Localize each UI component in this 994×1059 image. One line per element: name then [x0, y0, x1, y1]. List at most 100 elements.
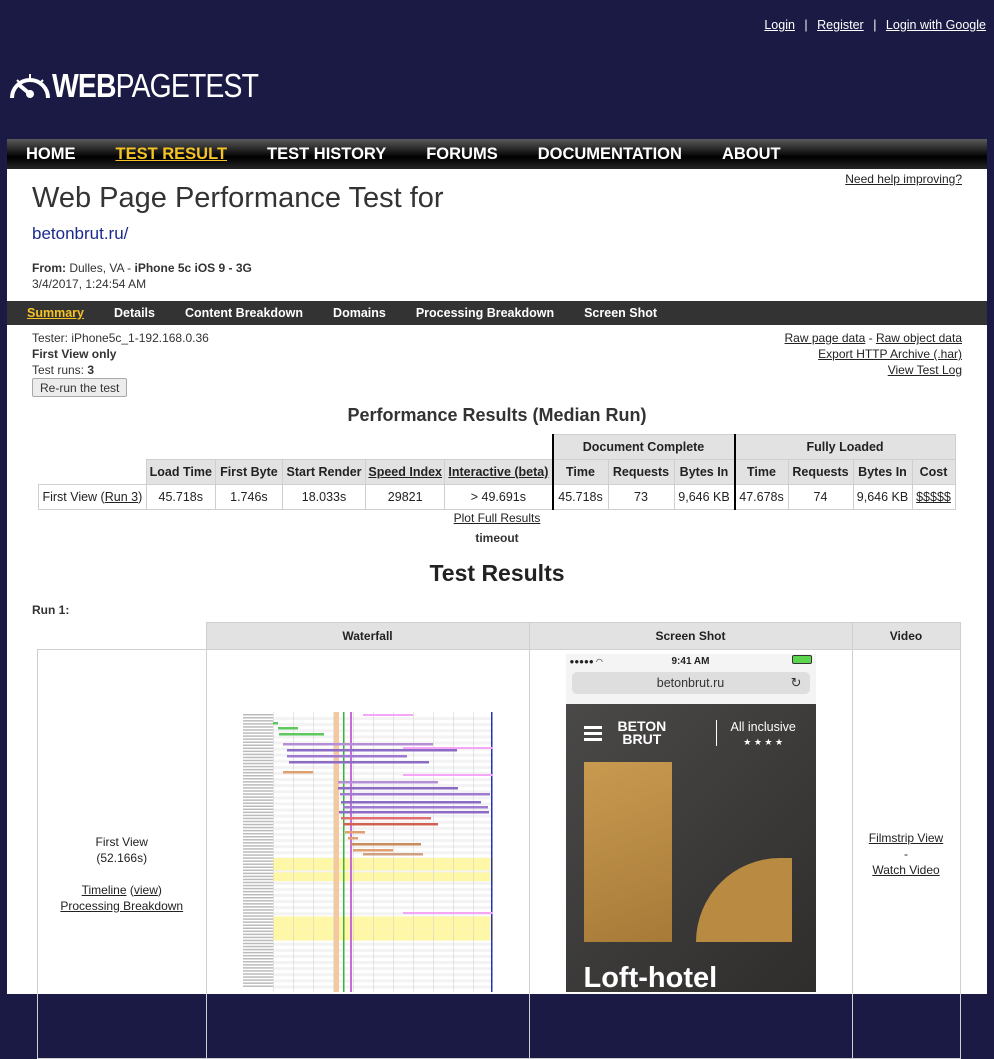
table-row: First View (Run 3) 45.718s 1.746s 18.033… — [38, 484, 956, 510]
tested-url-link[interactable]: betonbrut.ru/ — [32, 224, 128, 244]
timeout-label: timeout — [475, 531, 519, 545]
tab-details[interactable]: Details — [114, 306, 155, 320]
col-interactive[interactable]: Interactive (beta) — [444, 459, 553, 485]
row-label: First View (Run 3) — [38, 484, 147, 510]
plot-link-wrap: Plot Full Results — [7, 511, 987, 525]
login-google-link[interactable]: Login with Google — [886, 18, 986, 32]
cost-value[interactable]: $$$$$ — [911, 484, 956, 510]
webpagetest-logo[interactable]: WEBPAGETEST — [8, 66, 292, 106]
export-har-link[interactable]: Export HTTP Archive (.har) — [818, 347, 962, 361]
speed-index-value: 29821 — [365, 484, 446, 510]
first-byte-value: 1.746s — [214, 484, 283, 510]
tab-summary[interactable]: Summary — [27, 306, 84, 320]
first-view-time: (52.166s) — [96, 850, 148, 865]
run-table: Waterfall Screen Shot Video First View (… — [37, 622, 961, 1059]
col-start-render: Start Render — [281, 459, 367, 485]
separator: | — [873, 18, 877, 32]
main-content: Need help improving? Web Page Performanc… — [7, 169, 987, 1059]
speedometer-icon — [10, 74, 50, 99]
raw-page-data-link[interactable]: Raw page data — [785, 331, 866, 345]
test-results-title: Test Results — [429, 560, 565, 586]
timeline-view-link[interactable]: view — [134, 883, 158, 897]
start-render-value: 18.033s — [281, 484, 367, 510]
col-fl-requests: Requests — [787, 459, 854, 485]
help-improving-link[interactable]: Need help improving? — [845, 172, 962, 186]
tab-screen-shot[interactable]: Screen Shot — [584, 306, 657, 320]
filmstrip-view-link[interactable]: Filmstrip View — [869, 831, 943, 845]
first-view-cell: First View (52.166s) Timeline (view) Pro… — [37, 649, 207, 1059]
logo-text: WEBPAGETEST — [52, 67, 259, 104]
phone-status-bar: ●●●●● ◠ 9:41 AM — [565, 654, 816, 668]
phone-url-bar: betonbrut.ru ↻ — [565, 668, 816, 704]
nav-home[interactable]: HOME — [26, 145, 76, 164]
separator: | — [804, 18, 808, 32]
view-test-log-link[interactable]: View Test Log — [888, 363, 962, 377]
building-image-arc — [695, 858, 792, 942]
plot-full-results-link[interactable]: Plot Full Results — [454, 511, 541, 525]
login-link[interactable]: Login — [764, 18, 795, 32]
first-view-label: First View — [95, 834, 148, 849]
waterfall-graph — [242, 712, 493, 992]
col-cost: Cost — [911, 459, 956, 485]
waterfall-thumbnail[interactable] — [242, 712, 493, 992]
interactive-value: > 49.691s — [444, 484, 553, 510]
test-location: From: Dulles, VA - iPhone 5c iOS 9 - 3G … — [32, 261, 252, 291]
page-title: Web Page Performance Test for — [32, 182, 444, 214]
raw-object-data-link[interactable]: Raw object data — [876, 331, 962, 345]
raw-data-links: Raw page data - Raw object data Export H… — [784, 331, 962, 377]
run-3-link[interactable]: Run 3 — [105, 490, 138, 504]
video-cell: Filmstrip View - Watch Video — [851, 649, 961, 1059]
results-subnav: Summary Details Content Breakdown Domain… — [7, 301, 987, 325]
register-link[interactable]: Register — [817, 18, 864, 32]
nav-documentation[interactable]: DOCUMENTATION — [538, 145, 682, 164]
fl-time-value: 47.678s — [733, 484, 789, 510]
col-dc-time: Time — [551, 459, 609, 485]
col-fl-time: Time — [733, 459, 789, 485]
processing-breakdown-link[interactable]: Processing Breakdown — [60, 899, 183, 913]
site-logo: BETON BRUT — [617, 718, 667, 747]
doc-complete-header: Document Complete — [551, 434, 735, 460]
col-dc-requests: Requests — [607, 459, 675, 485]
dc-requests-value: 73 — [607, 484, 675, 510]
performance-results-table: Document Complete Fully Loaded Load Time… — [38, 434, 956, 510]
site-headline: Loft-hotel — [583, 962, 718, 992]
divider — [715, 720, 717, 746]
watch-video-link[interactable]: Watch Video — [872, 863, 939, 877]
fully-loaded-header: Fully Loaded — [733, 434, 956, 460]
col-first-byte: First Byte — [214, 459, 283, 485]
tagline: All inclusive ★ ★ ★ ★ — [730, 720, 796, 747]
video-header: Video — [851, 622, 961, 650]
fl-bytes-value: 9,646 KB — [852, 484, 913, 510]
battery-icon — [791, 655, 812, 667]
nav-test-result[interactable]: TEST RESULT — [116, 145, 228, 164]
test-date: 3/4/2017, 1:24:54 AM — [32, 277, 147, 291]
waterfall-cell — [205, 649, 530, 1059]
nav-test-history[interactable]: TEST HISTORY — [267, 145, 386, 164]
tab-domains[interactable]: Domains — [333, 306, 386, 320]
col-load-time: Load Time — [145, 459, 216, 485]
rerun-test-button[interactable]: Re-run the test — [32, 378, 128, 397]
performance-results-title: Performance Results (Median Run) — [347, 405, 647, 425]
main-nav: HOME TEST RESULT TEST HISTORY FORUMS DOC… — [7, 139, 987, 169]
col-fl-bytes: Bytes In — [852, 459, 913, 485]
signal-icon: ●●●●● ◠ — [569, 656, 603, 666]
nav-about[interactable]: ABOUT — [722, 145, 781, 164]
dc-bytes-value: 9,646 KB — [673, 484, 735, 510]
auth-links: Login | Register | Login with Google — [764, 18, 986, 32]
col-speed-index[interactable]: Speed Index — [365, 459, 446, 485]
tab-content-breakdown[interactable]: Content Breakdown — [185, 306, 303, 320]
building-image — [583, 762, 672, 942]
reload-icon: ↻ — [790, 675, 802, 690]
nav-forums[interactable]: FORUMS — [426, 145, 498, 164]
screenshot-thumbnail[interactable]: ●●●●● ◠ 9:41 AM betonbrut.ru ↻ BETON BRUT … — [565, 654, 816, 992]
load-time-value: 45.718s — [145, 484, 216, 510]
waterfall-header: Waterfall — [205, 622, 530, 650]
screenshot-cell: ●●●●● ◠ 9:41 AM betonbrut.ru ↻ BETON BRUT … — [528, 649, 853, 1059]
tab-processing-breakdown[interactable]: Processing Breakdown — [416, 306, 554, 320]
dc-time-value: 45.718s — [551, 484, 609, 510]
col-dc-bytes: Bytes In — [673, 459, 735, 485]
run-label: Run 1: — [32, 603, 70, 617]
timeline-link[interactable]: Timeline — [82, 883, 127, 897]
tester-info: Tester: iPhone5c_1-192.168.0.36 First Vi… — [32, 331, 209, 377]
hamburger-icon — [583, 726, 602, 729]
